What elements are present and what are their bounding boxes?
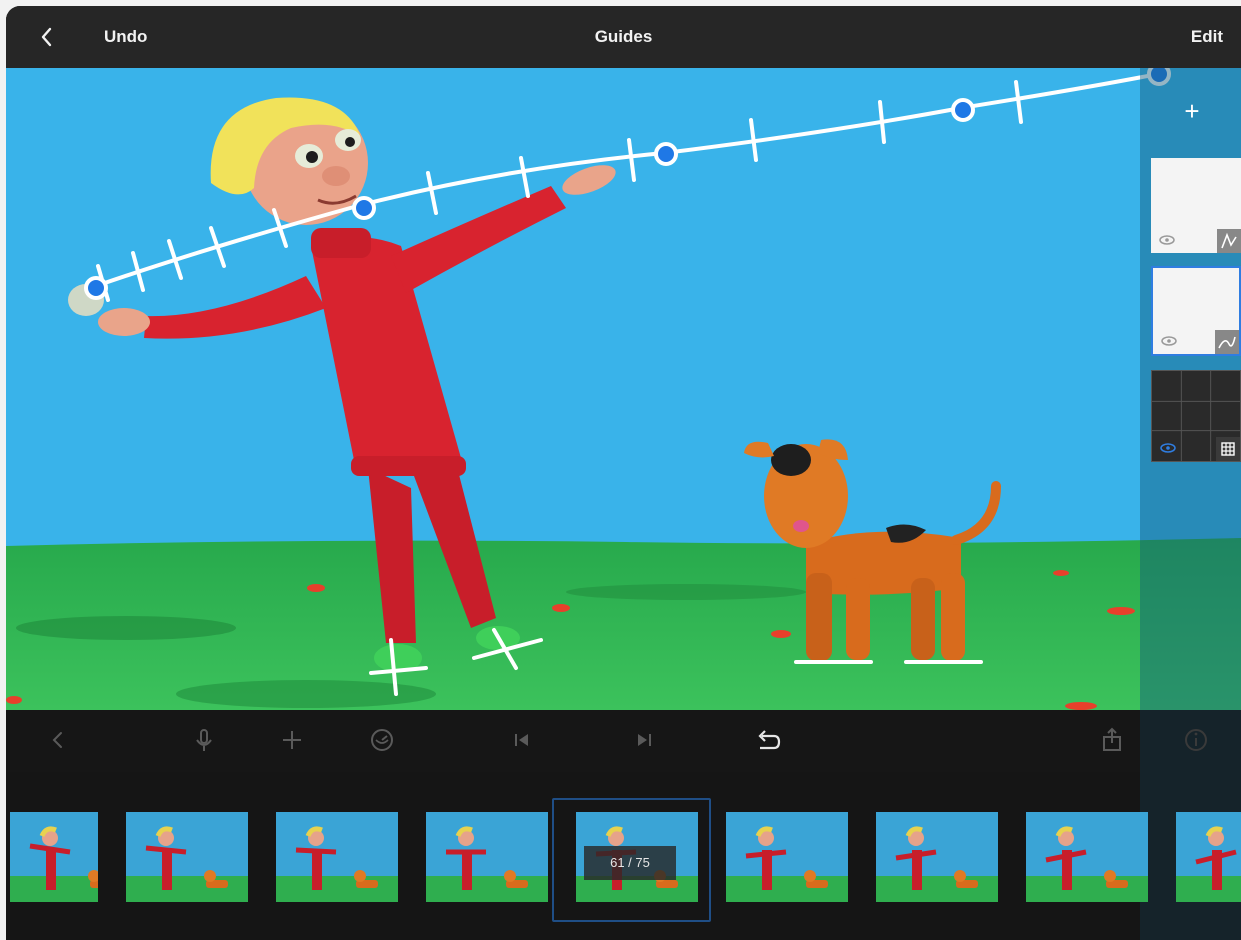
app-window: Undo Guides Edit + 61 / 75 [6,6,1241,940]
filmstrip-frame[interactable] [276,812,398,902]
filmstrip-frame[interactable] [426,812,548,902]
undo-arrow-icon[interactable] [752,724,784,756]
skip-back-icon[interactable] [506,724,538,756]
filmstrip-frame[interactable] [10,812,98,902]
filmstrip-frame[interactable] [126,812,248,902]
chevron-left-icon [41,27,52,47]
filmstrip-frame[interactable] [876,812,998,902]
eye-icon[interactable] [1161,336,1177,346]
layer-thumb-grid[interactable] [1151,370,1241,462]
microphone-icon[interactable] [188,724,220,756]
undo-button[interactable]: Undo [104,6,147,68]
eye-icon[interactable] [1160,443,1176,453]
scene-image [6,68,1241,710]
info-icon[interactable] [1180,724,1212,756]
add-layer-button[interactable]: + [1180,98,1204,124]
layers-panel: + [1140,68,1241,940]
filmstrip[interactable]: 61 / 75 [6,772,1241,940]
chevron-left-icon[interactable] [42,724,74,756]
top-bar: Undo Guides Edit [6,6,1241,68]
filmstrip-frame[interactable] [1026,812,1148,902]
eye-icon[interactable] [1159,235,1175,245]
animation-canvas[interactable] [6,68,1241,710]
page-title: Guides [594,27,653,46]
back-button[interactable] [40,6,64,68]
skip-forward-icon[interactable] [628,724,660,756]
path-icon [1217,229,1241,253]
share-icon[interactable] [1096,724,1128,756]
layer-thumb-path[interactable] [1151,158,1241,253]
filmstrip-frame[interactable] [1176,812,1241,902]
grid-icon [1216,437,1240,461]
timer-icon[interactable] [366,724,398,756]
filmstrip-frame[interactable] [726,812,848,902]
frame-counter: 61 / 75 [584,846,676,880]
add-icon[interactable] [276,724,308,756]
edit-button[interactable]: Edit [1191,6,1223,68]
curve-icon [1215,330,1239,354]
layer-thumb-curve[interactable] [1151,266,1241,356]
